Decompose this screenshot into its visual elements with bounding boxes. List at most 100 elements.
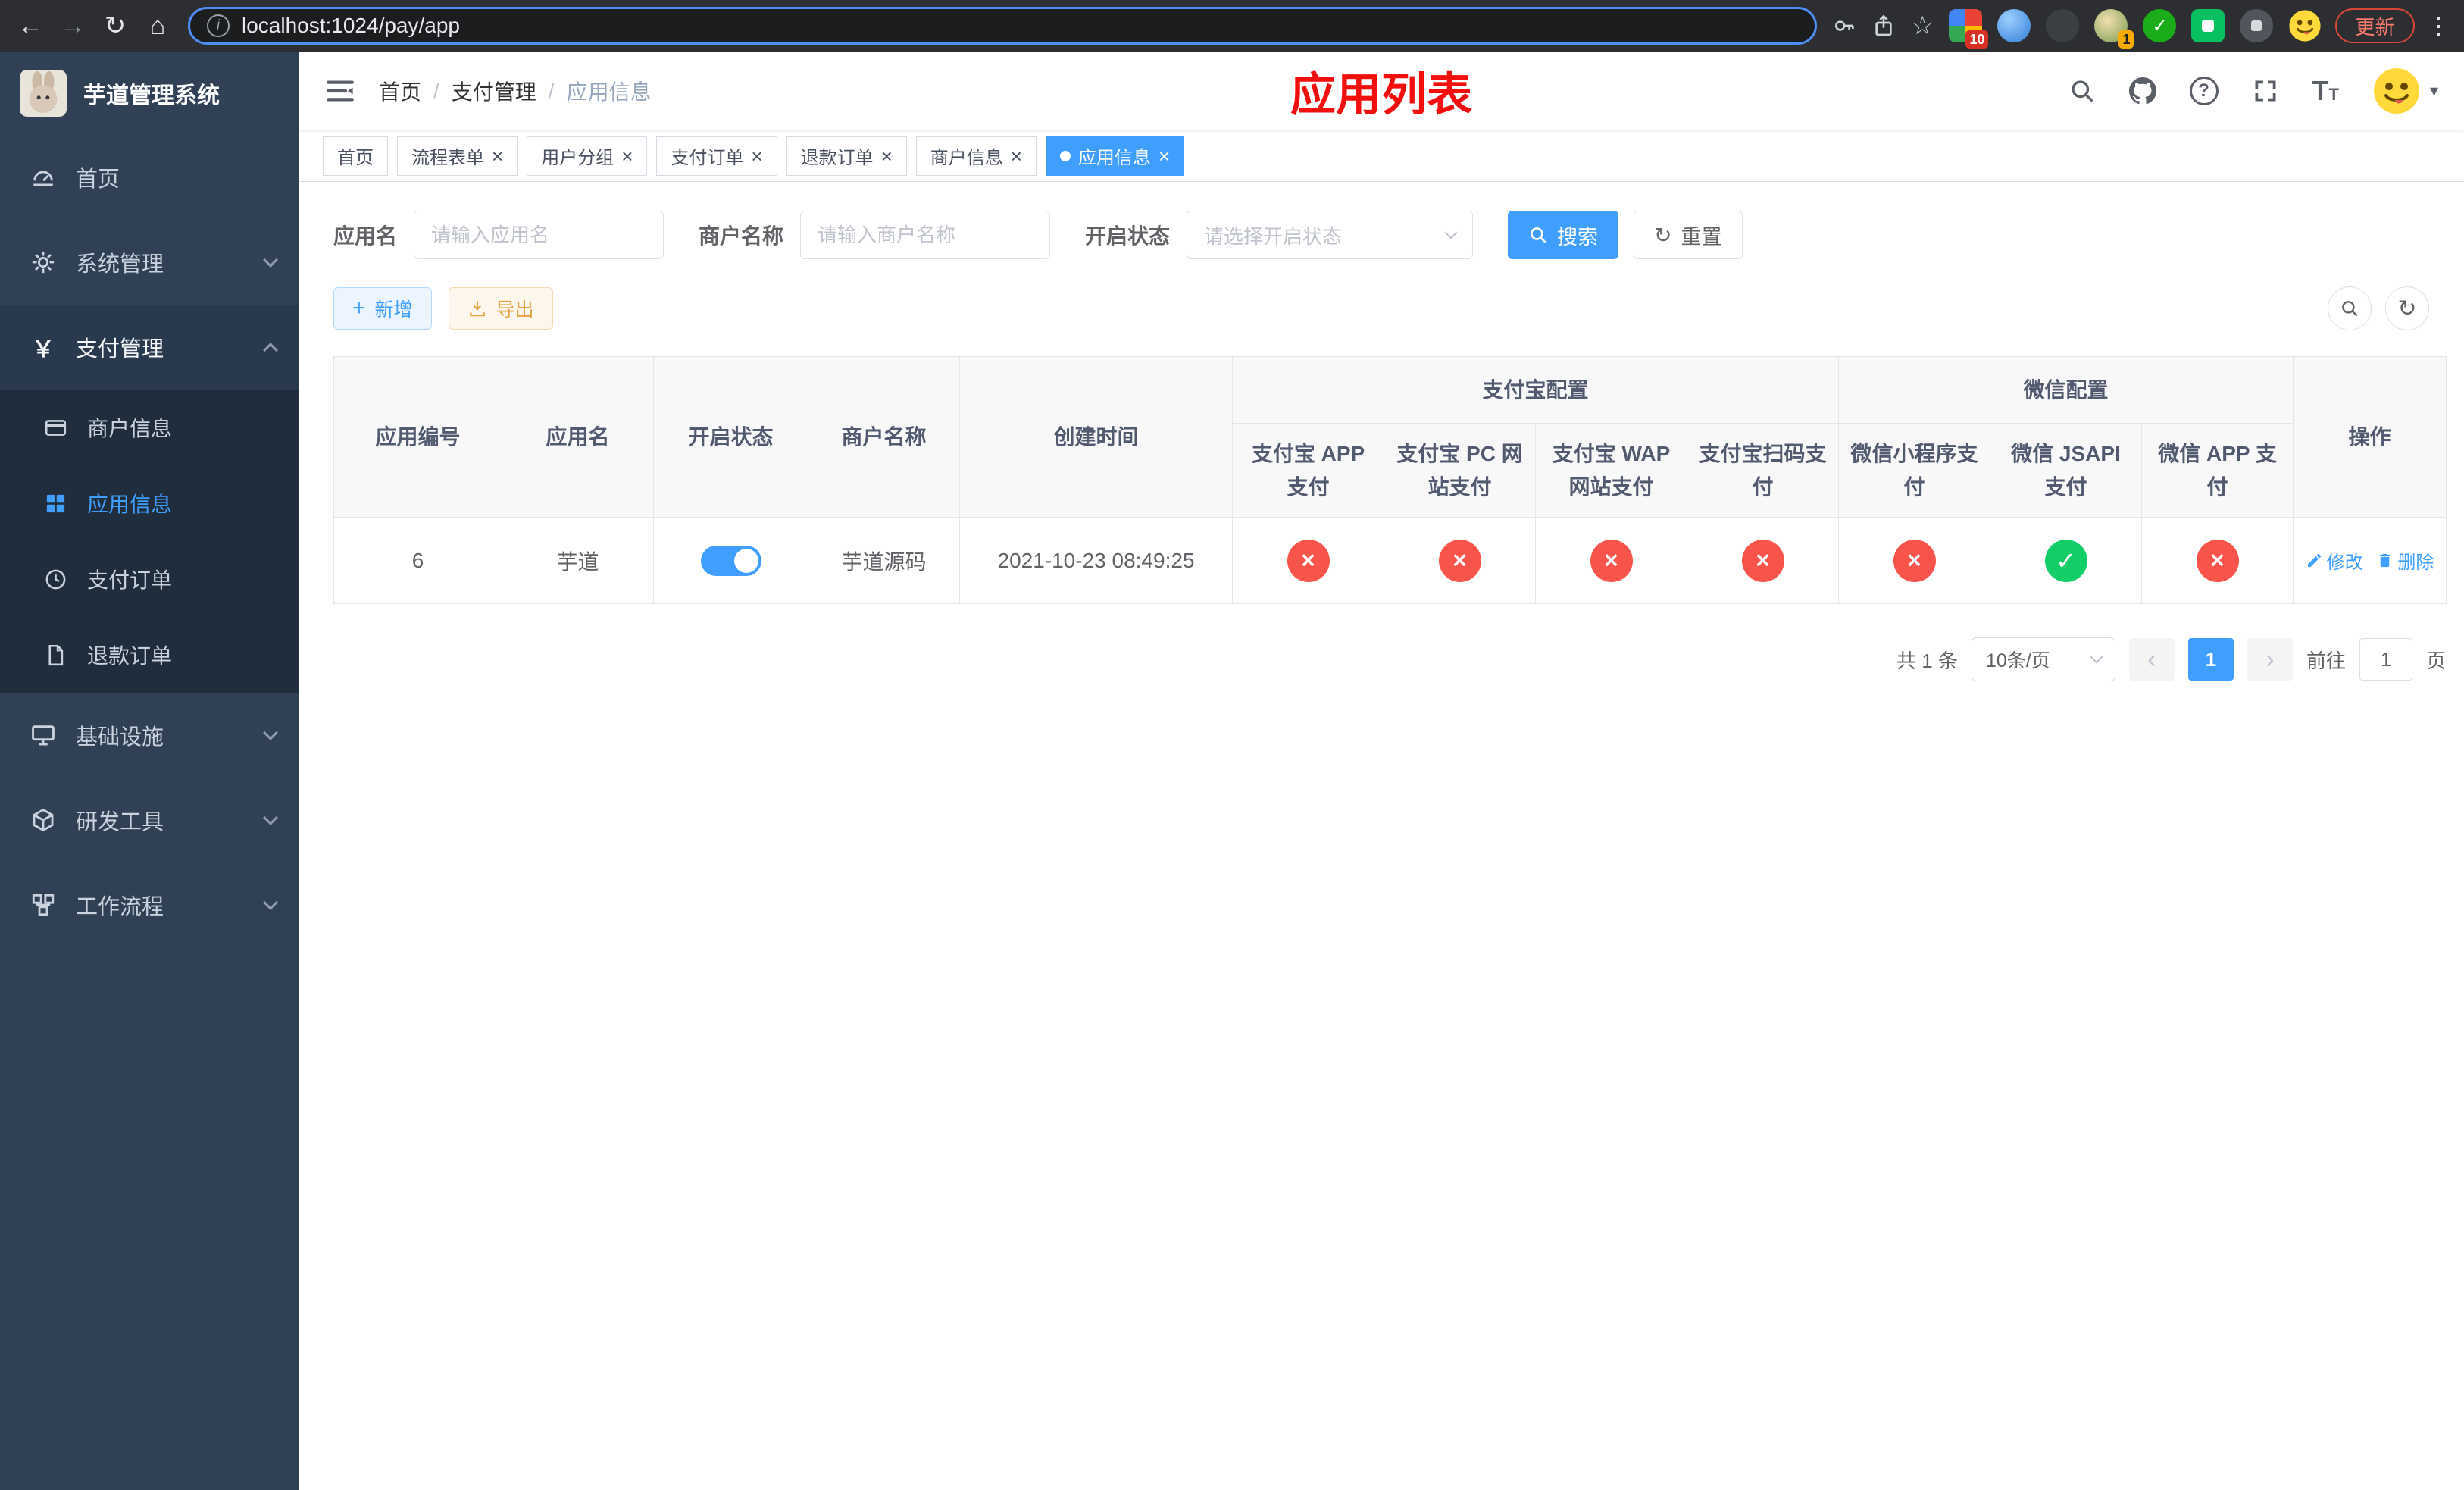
search-icon [2342, 301, 2358, 317]
app-title: 芋道管理系统 [83, 83, 220, 108]
close-icon[interactable] [881, 146, 893, 166]
refresh-table-button[interactable] [2385, 286, 2429, 330]
status-toggle[interactable] [700, 545, 761, 576]
sidebar-item-label: 系统管理 [76, 252, 164, 277]
next-page-button[interactable] [2247, 638, 2293, 681]
browser-home-button[interactable] [138, 6, 177, 45]
tab-user-group[interactable]: 用户分组 [527, 136, 648, 176]
close-icon[interactable] [621, 146, 633, 166]
app-table: 应用编号 应用名 开启状态 商户名称 创建时间 支付宝配置 微信配置 操作 支付… [333, 355, 2447, 605]
share-icon[interactable] [1871, 14, 1896, 38]
add-button-label: 新增 [374, 299, 413, 321]
chevron-down-icon [263, 810, 278, 825]
sidebar-item-pay-orders[interactable]: 支付订单 [0, 541, 299, 617]
sidebar-item-payment[interactable]: 支付管理 [0, 305, 299, 390]
cell-merchant: 芋道源码 [808, 517, 960, 605]
extensions-pin-icon[interactable] [2240, 9, 2274, 42]
reset-button[interactable]: 重置 [1634, 211, 1743, 259]
help-icon[interactable] [2189, 77, 2219, 105]
export-button[interactable]: 导出 [448, 287, 553, 330]
table-toolbar: 新增 导出 [333, 286, 2429, 330]
goto-page-input[interactable] [2359, 638, 2412, 681]
tab-process-form[interactable]: 流程表单 [397, 136, 518, 176]
sidebar-item-merchant-info[interactable]: 商户信息 [0, 390, 299, 465]
breadcrumb-separator [433, 79, 439, 103]
refresh-icon [2397, 296, 2416, 322]
delete-link[interactable]: 删除 [2376, 547, 2434, 574]
tab-label: 商户信息 [930, 148, 1003, 168]
tab-app-info[interactable]: 应用信息 [1045, 136, 1185, 176]
merchant-name-label: 商户名称 [699, 224, 784, 248]
sidebar-item-home[interactable]: 首页 [0, 135, 299, 220]
cell-actions: 修改 删除 [2293, 517, 2447, 605]
toggle-search-button[interactable] [2328, 286, 2372, 330]
sidebar-item-label: 支付订单 [87, 568, 173, 592]
font-size-icon[interactable] [2312, 75, 2339, 107]
col-header-app-name: 应用名 [502, 355, 654, 518]
page-1-button[interactable]: 1 [2187, 638, 2234, 681]
col-header-wx-mini: 微信小程序支付 [1838, 423, 1991, 518]
sidebar-item-system[interactable]: 系统管理 [0, 220, 299, 305]
prev-page-button[interactable] [2128, 638, 2175, 681]
bookmark-star-icon[interactable] [1911, 11, 1934, 41]
tab-pay-orders[interactable]: 支付订单 [656, 136, 777, 176]
breadcrumb-current: 应用信息 [566, 80, 652, 104]
sidebar-item-app-info[interactable]: 应用信息 [0, 465, 299, 541]
extension-icon-check[interactable] [2143, 9, 2177, 42]
search-button[interactable]: 搜索 [1508, 211, 1619, 259]
col-header-merchant: 商户名称 [808, 355, 960, 518]
top-navbar: 首页 支付管理 应用信息 应用列表 [299, 52, 2464, 130]
extension-icon-drop[interactable] [1997, 9, 2031, 42]
close-icon[interactable] [1159, 146, 1170, 166]
page-annotation: 应用列表 [1290, 69, 1472, 121]
close-icon[interactable] [492, 146, 503, 166]
breadcrumb-payment[interactable]: 支付管理 [452, 76, 536, 106]
extension-icon-dark[interactable] [2046, 9, 2080, 42]
address-bar[interactable]: localhost:1024/pay/app [188, 7, 1817, 45]
extension-badge: 1 [2118, 30, 2134, 49]
cube-icon [33, 808, 54, 832]
close-icon[interactable] [1011, 146, 1022, 166]
edit-link[interactable]: 修改 [2306, 547, 2363, 574]
browser-forward-button[interactable] [53, 6, 92, 45]
profile-avatar-icon[interactable] [2288, 9, 2322, 42]
site-info-icon[interactable] [207, 14, 230, 37]
app-name-input[interactable] [414, 211, 664, 259]
app-logo[interactable]: 芋道管理系统 [0, 52, 299, 135]
browser-back-button[interactable] [11, 6, 50, 45]
tab-label: 首页 [337, 148, 374, 168]
monitor-icon [32, 725, 55, 746]
grid-icon [46, 494, 65, 512]
tab-merchant-info[interactable]: 商户信息 [915, 136, 1037, 176]
close-icon[interactable] [751, 146, 762, 166]
extension-icon-avatar[interactable]: 1 [2094, 9, 2134, 49]
user-avatar-menu[interactable] [2372, 67, 2438, 115]
status-select[interactable]: 请选择开启状态 [1187, 211, 1474, 259]
add-button[interactable]: 新增 [333, 287, 432, 330]
page-unit-label: 页 [2425, 649, 2446, 672]
sidebar-menu: 首页 系统管理 支付管理 商户信息 应用信息 支付订单 [0, 135, 299, 947]
github-icon[interactable] [2128, 77, 2156, 105]
delete-link-label: 删除 [2397, 552, 2434, 573]
extension-icon-chat[interactable] [2191, 9, 2225, 42]
chrome-update-button[interactable]: 更新 [2335, 8, 2415, 43]
sidebar-item-dev-tools[interactable]: 研发工具 [0, 778, 299, 862]
search-icon[interactable] [2068, 77, 2096, 105]
fullscreen-icon[interactable] [2252, 77, 2279, 105]
tab-home[interactable]: 首页 [323, 136, 388, 176]
merchant-name-input[interactable] [800, 211, 1051, 259]
browser-reload-button[interactable] [95, 6, 135, 45]
password-key-icon[interactable] [1832, 14, 1856, 38]
page-size-select[interactable]: 10条/页 [1971, 637, 2115, 682]
browser-menu-button[interactable] [2427, 11, 2451, 40]
chevron-down-icon [2090, 650, 2103, 664]
breadcrumb-home[interactable]: 首页 [379, 76, 421, 106]
sidebar-item-workflow[interactable]: 工作流程 [0, 862, 299, 947]
sidebar-toggle-button[interactable] [324, 75, 356, 107]
sidebar-item-infrastructure[interactable]: 基础设施 [0, 693, 299, 778]
app-name-label: 应用名 [333, 224, 398, 248]
extension-icon-colorful[interactable]: 10 [1949, 9, 1989, 49]
tab-refund-orders[interactable]: 退款订单 [786, 136, 907, 176]
sidebar-item-refund-orders[interactable]: 退款订单 [0, 617, 299, 693]
col-header-wx-jsapi: 微信 JSAPI 支付 [1990, 423, 2143, 518]
